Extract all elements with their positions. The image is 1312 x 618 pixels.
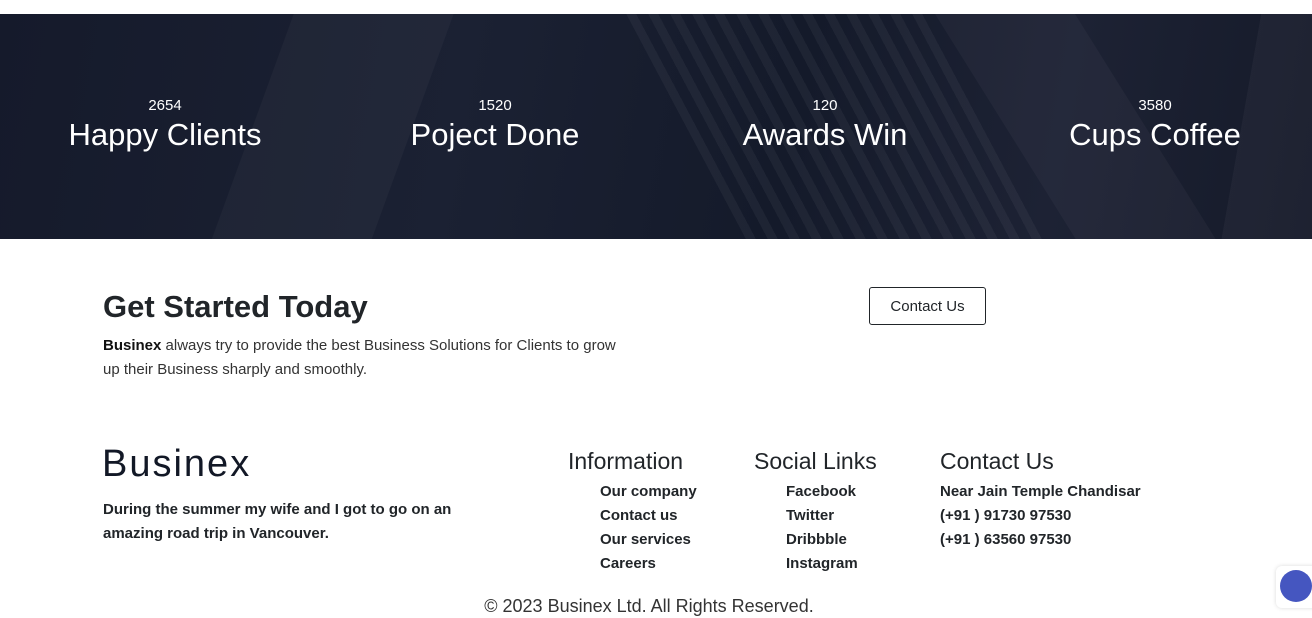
information-heading: Information	[568, 448, 684, 474]
link-instagram[interactable]: Instagram	[786, 552, 877, 576]
footer-logo[interactable]: Businex	[102, 444, 251, 484]
link-our-services[interactable]: Our services	[600, 528, 697, 552]
footer-information-column: Information Our company Contact us Our s…	[568, 446, 697, 576]
stat-label: Cups Coffee	[1069, 117, 1241, 152]
contact-address: Near Jain Temple Chandisar	[940, 483, 1141, 500]
contact-phone-1: (+91 ) 91730 97530	[940, 507, 1072, 524]
social-heading: Social Links	[754, 448, 877, 474]
cta-description: Businex always try to provide the best B…	[103, 334, 623, 382]
cta-text: always try to provide the best Business …	[103, 337, 616, 378]
stat-number: 1520	[478, 97, 512, 114]
footer-contact-column: Contact Us Near Jain Temple Chandisar (+…	[940, 446, 1141, 552]
stat-label: Awards Win	[742, 117, 908, 152]
link-careers[interactable]: Careers	[600, 552, 697, 576]
link-facebook[interactable]: Facebook	[786, 480, 877, 504]
contact-phone-2: (+91 ) 63560 97530	[940, 531, 1072, 548]
link-twitter[interactable]: Twitter	[786, 504, 877, 528]
contact-us-button[interactable]: Contact Us	[869, 287, 986, 325]
stat-number: 3580	[1138, 97, 1172, 114]
link-our-company[interactable]: Our company	[600, 480, 697, 504]
stats-banner: 2654 Happy Clients 1520 Poject Done 120 …	[0, 14, 1312, 239]
stat-cups-coffee: 3580 Cups Coffee	[990, 96, 1312, 154]
cta-title: Get Started Today	[103, 289, 368, 324]
stat-label: Happy Clients	[68, 117, 262, 152]
stat-number: 2654	[148, 97, 182, 114]
contact-heading: Contact Us	[940, 448, 1054, 474]
stat-number: 120	[812, 97, 838, 114]
circle-icon	[1280, 570, 1312, 602]
stat-label: Poject Done	[410, 117, 580, 152]
cta-brand: Businex	[103, 337, 162, 354]
floating-action-button[interactable]	[1276, 566, 1312, 608]
stat-project-done: 1520 Poject Done	[330, 96, 660, 154]
link-contact-us[interactable]: Contact us	[600, 504, 697, 528]
footer-about-text: During the summer my wife and I got to g…	[103, 501, 452, 542]
footer-social-column: Social Links Facebook Twitter Dribbble I…	[754, 446, 877, 576]
copyright-text: © 2023 Businex Ltd. All Rights Reserved.	[484, 596, 814, 616]
link-dribbble[interactable]: Dribbble	[786, 528, 877, 552]
stat-awards-win: 120 Awards Win	[660, 96, 990, 154]
stat-happy-clients: 2654 Happy Clients	[0, 96, 330, 154]
